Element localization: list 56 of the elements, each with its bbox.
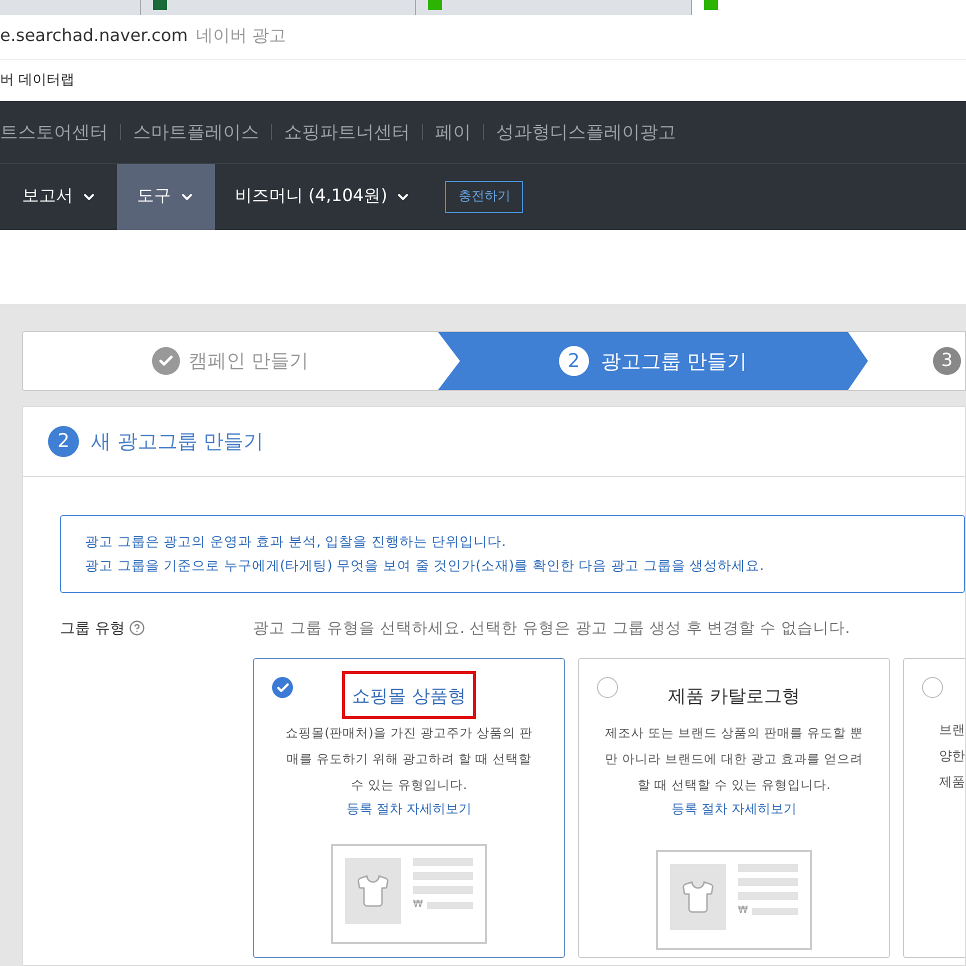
details-link[interactable]: 등록 절차 자세히보기 [671, 798, 797, 822]
top-nav-link[interactable]: 스마트플레이스 [133, 118, 259, 146]
help-icon[interactable] [128, 620, 145, 636]
menu-item[interactable]: 비즈머니 (4,104원) [215, 164, 432, 230]
site-favicon-icon [704, 0, 718, 10]
radio-button[interactable] [597, 677, 618, 698]
site-favicon-icon [153, 0, 167, 10]
browser-tab[interactable] [690, 0, 966, 15]
group-type-card[interactable]: 제품 카탈로그형 제조사 또는 브랜드 상품의 판매를 유도할 뿐만 아니라 브랜드에 대한 광고 효과를 얻으려 할 때 선택할 수 있는 유형입니다. 등록 절차 자세히보기 ₩ [578, 658, 890, 958]
hint-text: 광고 그룹 유형을 선택하세요. 선택한 유형은 광고 그룹 생성 후 변경할 수 없습니다. [253, 618, 851, 639]
bookmark-item[interactable]: 버 데이터랩 [0, 70, 74, 92]
top-nav-link[interactable]: 트스토어센터 [0, 118, 108, 146]
section-number: 2 [48, 426, 79, 457]
card-description-fragment: 제품 [939, 774, 965, 792]
card-title: 제품 카탈로그형 [667, 685, 801, 710]
card-description-fragment: 양한 [939, 748, 965, 766]
card-title: 쇼핑몰 상품형 [351, 685, 467, 710]
price-placeholder [426, 902, 473, 909]
menu-item[interactable]: 보고서 [2, 164, 117, 230]
details-link[interactable]: 등록 절차 자세히보기 [346, 798, 472, 822]
menu-item[interactable]: 도구 [117, 164, 215, 230]
charge-button[interactable]: 충전하기 [445, 181, 524, 213]
page-title: 네이버 광고 [196, 25, 286, 48]
currency-sign: ₩ [413, 900, 423, 910]
group-type-card[interactable]: 브랜 양한 제품 [903, 658, 965, 958]
site-favicon-icon [428, 0, 442, 10]
text-line-placeholder [738, 892, 798, 900]
shirt-icon [355, 873, 391, 910]
card-description-fragment: 브랜 [939, 722, 965, 740]
section-title: 새 광고그룹 만들기 [91, 428, 264, 456]
checked-radio[interactable] [272, 677, 293, 698]
card-description: 쇼핑몰(판매처)을 가진 광고주가 상품의 판매를 유도하기 위해 광고하려 할 때 선택할 수 있는 유형입니다. [284, 724, 534, 794]
step-number: 2 [558, 346, 589, 376]
radio-button[interactable] [922, 677, 943, 698]
address-url[interactable]: e.searchad.naver.com [0, 24, 188, 50]
text-line-placeholder [413, 872, 473, 880]
current-step: 2 광고그룹 만들기 [438, 332, 868, 390]
top-nav-link[interactable]: 쇼핑파트너센터 [284, 118, 410, 146]
shirt-icon [680, 879, 716, 916]
step-number: 3 [933, 346, 961, 375]
step-item: 캠페인 만들기 [23, 332, 438, 390]
group-type-card[interactable]: 쇼핑몰 상품형 쇼핑몰(판매처)을 가진 광고주가 상품의 판매를 유도하기 위해 광고하려 할 때 선택할 수 있는 유형입니다. 등록 절차 자세히보기 ₩ [253, 658, 565, 958]
top-nav-link[interactable]: 성과형디스플레이광고 [496, 118, 676, 146]
currency-sign: ₩ [738, 906, 748, 916]
card-description: 제조사 또는 브랜드 상품의 판매를 유도할 뿐만 아니라 브랜드에 대한 광고 효과를 얻으려 할 때 선택할 수 있는 유형입니다. [604, 724, 864, 794]
price-placeholder [752, 908, 798, 915]
browser-tab[interactable] [140, 0, 416, 15]
text-line-placeholder [738, 878, 798, 886]
top-nav-link[interactable]: 페이 [435, 118, 471, 146]
text-line-placeholder [413, 886, 473, 894]
text-line-placeholder [738, 864, 798, 872]
check-icon [276, 680, 290, 695]
info-text: 광고 그룹을 기준으로 누구에게(타게팅) 무엇을 보여 줄 것인가(소재)를 확인한 다음 광고 그룹을 생성하세요. [85, 556, 765, 576]
field-label: 그룹 유형 [60, 618, 125, 639]
text-line-placeholder [413, 858, 473, 866]
info-text: 광고 그룹은 광고의 운영과 효과 분석, 입찰을 진행하는 단위입니다. [85, 532, 507, 552]
